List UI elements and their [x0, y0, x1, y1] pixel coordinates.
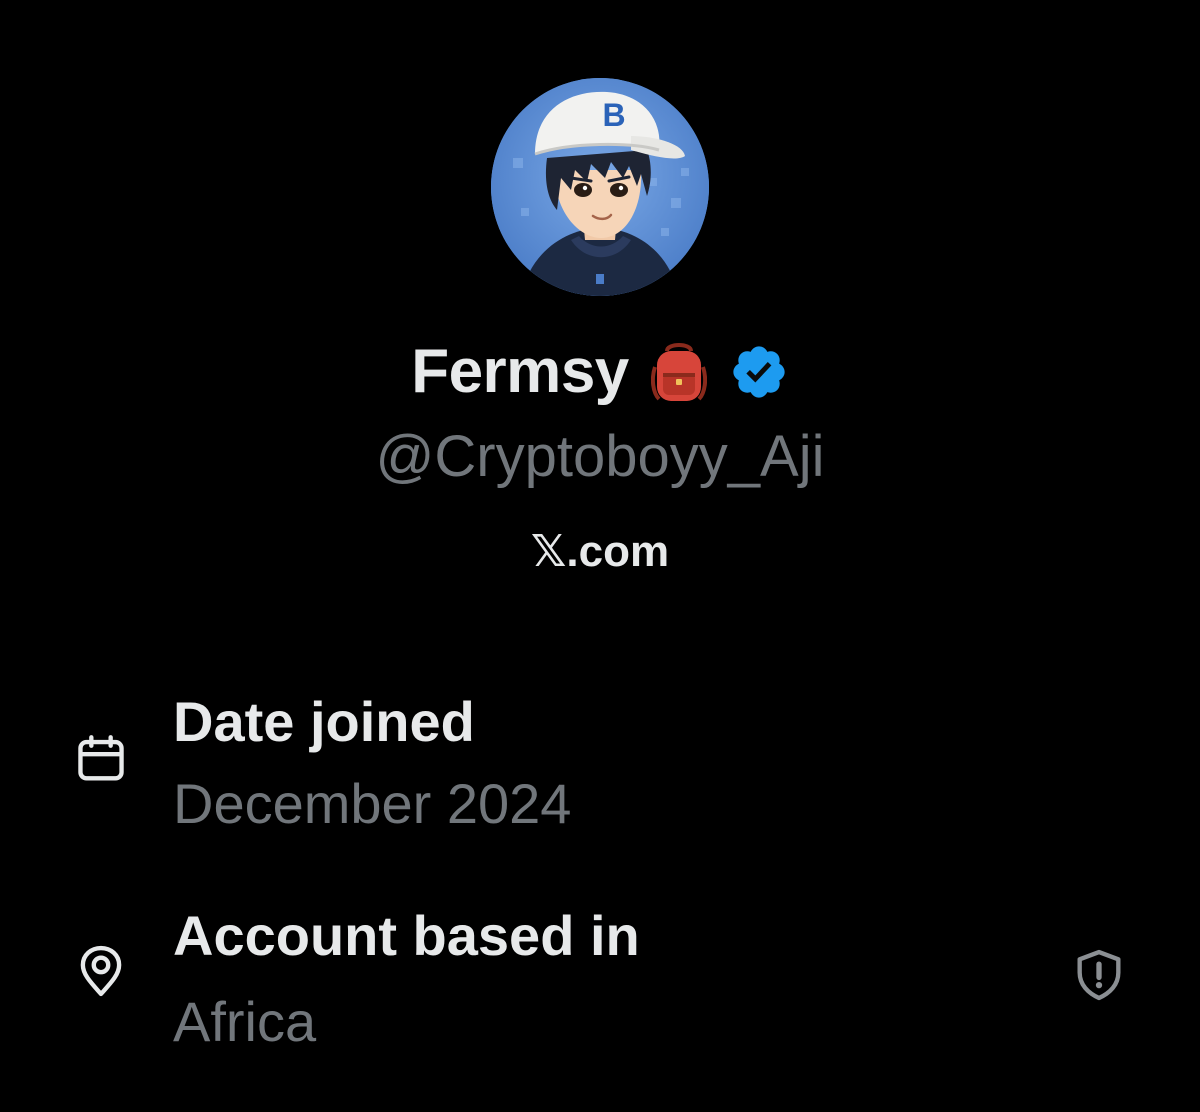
date-joined-value: December 2024 — [173, 772, 572, 835]
date-joined-label: Date joined — [173, 690, 475, 753]
svg-text:B: B — [602, 97, 625, 133]
display-name: Fermsy — [411, 337, 629, 406]
account-based-in-label: Account based in — [173, 904, 640, 967]
backpack-emoji-icon — [650, 343, 707, 401]
site-label[interactable]: 𝕏.com — [0, 530, 1200, 574]
profile-avatar[interactable]: B — [491, 78, 709, 296]
profile-handle: @Cryptoboyy_Aji — [375, 424, 825, 489]
account-based-in-value: Africa — [173, 990, 317, 1053]
profile-name-row: Fermsy — [0, 332, 1200, 412]
account-based-in-item[interactable]: Account based in Africa — [0, 900, 1200, 1060]
avatar-illustration: B — [491, 78, 709, 296]
date-joined-item: Date joined December 2024 — [0, 688, 1200, 838]
calendar-icon — [78, 735, 124, 781]
shield-alert-icon[interactable] — [1070, 946, 1128, 1004]
verified-badge-icon[interactable] — [729, 342, 789, 402]
location-pin-icon — [80, 945, 122, 997]
